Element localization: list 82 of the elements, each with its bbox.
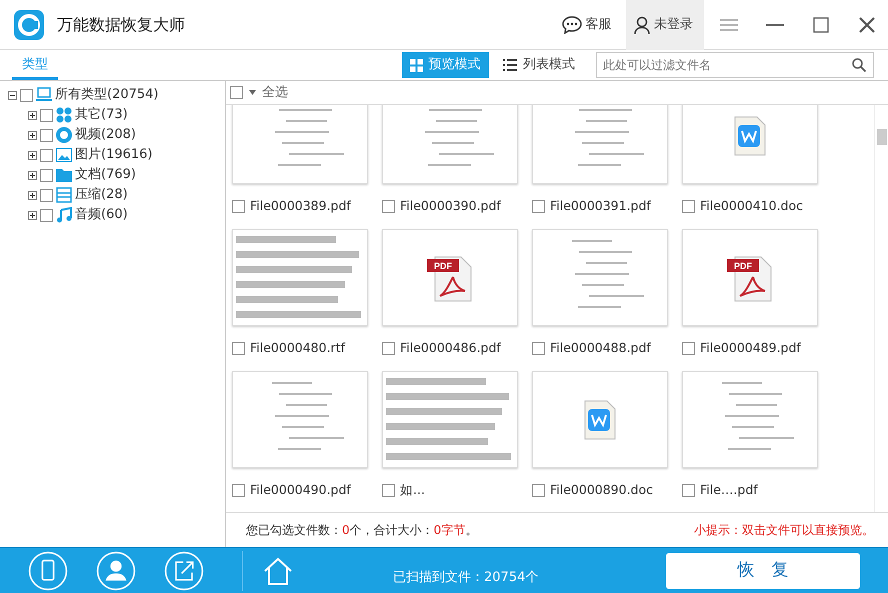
tree-item[interactable]: 文档(769) [75, 165, 136, 185]
file-name[interactable]: File0000410.doc [700, 197, 804, 216]
checkbox[interactable] [40, 168, 53, 182]
file-name[interactable]: File0000390.pdf [400, 197, 501, 216]
checkbox[interactable] [532, 484, 545, 497]
selection-summary: 您已勾选文件数：0个，合计大小：0字节。 [246, 522, 478, 539]
expand-icon[interactable] [28, 110, 37, 120]
checkbox[interactable] [532, 342, 545, 355]
checkbox[interactable] [382, 200, 395, 213]
select-all-label[interactable]: 全选 [262, 82, 288, 102]
dots-icon [56, 107, 72, 123]
checkbox[interactable] [532, 200, 545, 213]
tree-item[interactable]: 压缩(28) [75, 185, 128, 205]
caret-icon [249, 90, 256, 95]
file-name[interactable]: File0000486.pdf [400, 339, 501, 358]
checkbox[interactable] [682, 484, 695, 497]
expand-icon[interactable] [28, 210, 37, 220]
search-icon[interactable] [852, 58, 866, 72]
checkbox[interactable] [682, 342, 695, 355]
folder-icon [56, 167, 72, 183]
tree-item[interactable]: 所有类型(20754) [55, 85, 158, 105]
file-name[interactable]: File0000890.doc [550, 481, 654, 500]
checkbox[interactable] [40, 188, 53, 202]
file-name[interactable]: 如... [400, 481, 425, 500]
tree-item[interactable]: 音频(60) [75, 205, 128, 225]
tree-item[interactable]: 其它(73) [75, 105, 128, 125]
expand-icon[interactable] [28, 130, 37, 140]
file-thumbnail[interactable]: PDF [382, 229, 518, 326]
file-name[interactable]: File0000490.pdf [250, 481, 351, 500]
document-icon [734, 116, 766, 156]
file-name[interactable]: File0000389.pdf [250, 197, 351, 216]
filter-field[interactable]: 此处可以过滤文件名 [596, 52, 874, 78]
checkbox[interactable] [40, 208, 53, 222]
file-name[interactable]: File0000489.pdf [700, 339, 801, 358]
list-mode-button[interactable]: 列表模式 [495, 52, 583, 78]
checkbox[interactable] [230, 86, 243, 99]
archive-icon [56, 187, 72, 203]
tree-item[interactable]: 视频(208) [75, 125, 136, 145]
checkbox[interactable] [40, 128, 53, 142]
collapse-icon[interactable] [8, 90, 17, 100]
expand-icon[interactable] [28, 150, 37, 160]
checkbox[interactable] [40, 108, 53, 122]
expand-icon[interactable] [28, 190, 37, 200]
app-title: 万能数据恢复大师 [57, 14, 185, 36]
list-icon [503, 59, 517, 71]
person-circle-icon[interactable] [96, 550, 136, 590]
file-name[interactable]: File0000488.pdf [550, 339, 651, 358]
checkbox[interactable] [232, 484, 245, 497]
close-icon[interactable] [856, 16, 878, 34]
checkbox[interactable] [382, 484, 395, 497]
user-icon [634, 16, 650, 34]
checkbox[interactable] [40, 148, 53, 162]
app-logo-icon [14, 10, 44, 40]
ring-icon [56, 127, 72, 143]
phone-circle-icon[interactable] [28, 550, 68, 590]
recover-button[interactable]: 恢 复 [666, 552, 860, 588]
image-icon [56, 147, 72, 163]
support-button[interactable]: 客服 [554, 0, 620, 50]
chat-bubble-icon [562, 16, 582, 34]
file-thumbnail[interactable] [682, 105, 818, 184]
tree-item[interactable]: 图片(19616) [75, 145, 152, 165]
file-name[interactable]: File0000391.pdf [550, 197, 651, 216]
grid-icon [410, 58, 422, 72]
scrollbar[interactable] [874, 105, 888, 512]
home-icon[interactable] [263, 556, 293, 584]
file-name[interactable]: File….pdf [700, 481, 758, 500]
file-thumbnail[interactable] [532, 371, 668, 468]
music-note-icon [56, 207, 72, 223]
login-button[interactable]: 未登录 [626, 0, 704, 50]
hint-text: 小提示：双击文件可以直接预览。 [694, 522, 874, 539]
scanned-count: 已扫描到文件：20754个 [393, 568, 538, 587]
checkbox[interactable] [382, 342, 395, 355]
expand-icon[interactable] [28, 170, 37, 180]
file-name[interactable]: File0000480.rtf [250, 339, 346, 358]
checkbox[interactable] [20, 88, 33, 102]
file-thumbnail[interactable]: PDF [682, 229, 818, 326]
checkbox[interactable] [682, 200, 695, 213]
computer-icon [36, 87, 52, 103]
checkbox[interactable] [232, 200, 245, 213]
document-icon [584, 400, 616, 440]
export-circle-icon[interactable] [164, 550, 204, 590]
checkbox[interactable] [232, 342, 245, 355]
